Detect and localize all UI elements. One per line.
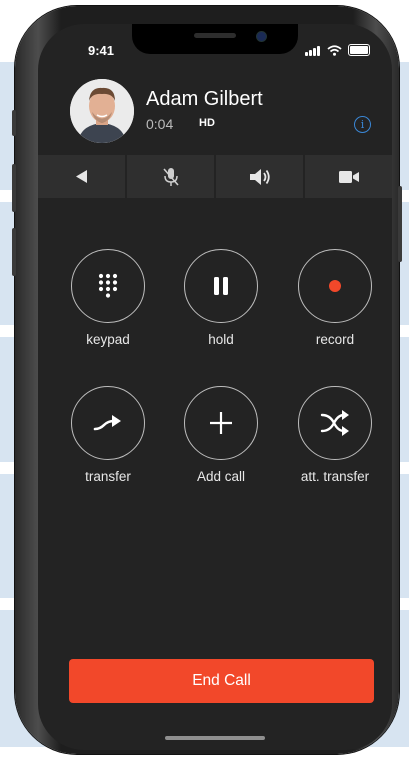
transfer-button[interactable]: transfer [53, 386, 163, 484]
pause-icon [214, 277, 228, 295]
keypad-button[interactable]: keypad [53, 249, 163, 347]
attended-transfer-icon [320, 410, 349, 436]
cellular-signal-icon [305, 45, 321, 56]
hold-circle[interactable] [184, 249, 258, 323]
video-button[interactable] [305, 155, 392, 198]
keypad-label: keypad [86, 332, 130, 347]
hold-label: hold [208, 332, 234, 347]
add-call-button[interactable]: Add call [166, 386, 276, 484]
attended-transfer-circle[interactable] [298, 386, 372, 460]
speaker-button[interactable] [216, 155, 303, 198]
hold-button[interactable]: hold [166, 249, 276, 347]
hd-badge: HD [199, 117, 215, 129]
mute-button[interactable] [127, 155, 214, 198]
phone-screen: 9:41 Adam Gilbert 0:04 HD i keypad hold … [38, 24, 392, 750]
call-toolbar [38, 155, 392, 198]
phone-frame: 9:41 Adam Gilbert 0:04 HD i keypad hold … [12, 6, 402, 754]
mute-switch [12, 110, 16, 136]
volume-down-button [12, 228, 16, 276]
attended-transfer-button[interactable]: att. transfer [280, 386, 390, 484]
home-indicator[interactable] [165, 736, 265, 740]
status-time: 9:41 [88, 43, 115, 58]
video-camera-icon [338, 170, 359, 183]
record-label: record [315, 332, 355, 347]
back-button[interactable] [38, 155, 125, 198]
info-icon[interactable]: i [354, 116, 371, 133]
keypad-circle[interactable] [71, 249, 145, 323]
add-call-circle[interactable] [184, 386, 258, 460]
speaker-icon [249, 168, 270, 185]
play-back-icon [75, 170, 87, 183]
earpiece [194, 33, 236, 38]
caller-avatar [70, 79, 134, 143]
microphone-muted-icon [162, 167, 179, 186]
caller-name: Adam Gilbert [146, 88, 263, 110]
volume-up-button [12, 164, 16, 212]
record-circle[interactable] [298, 249, 372, 323]
power-button [398, 186, 402, 262]
transfer-circle[interactable] [71, 386, 145, 460]
notch [132, 24, 298, 54]
call-duration: 0:04 [146, 116, 174, 132]
end-call-button[interactable]: End Call [69, 659, 374, 703]
status-icons [305, 44, 370, 56]
transfer-label: transfer [85, 469, 131, 484]
keypad-icon [98, 273, 118, 298]
battery-icon [348, 44, 370, 56]
front-camera [256, 31, 267, 42]
avatar-photo [70, 79, 134, 143]
transfer-arrow-icon [93, 415, 121, 431]
attended-transfer-label: att. transfer [300, 469, 370, 484]
record-icon [329, 280, 341, 292]
wifi-icon [327, 45, 342, 56]
plus-icon [210, 412, 232, 434]
add-call-label: Add call [196, 469, 246, 484]
record-button[interactable]: record [280, 249, 390, 347]
